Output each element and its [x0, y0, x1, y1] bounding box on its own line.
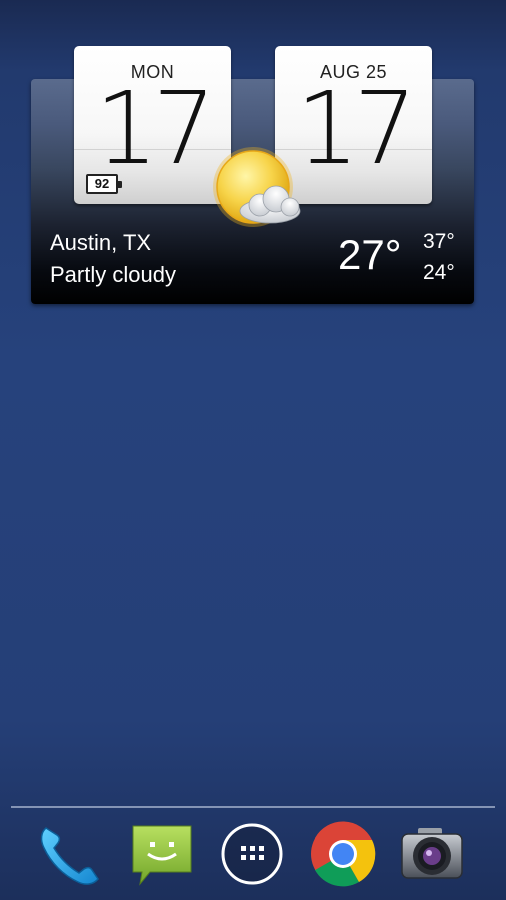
- apps-grid-icon[interactable]: [218, 820, 286, 888]
- low-temperature: 24°: [423, 261, 455, 284]
- camera-icon[interactable]: [398, 820, 466, 888]
- dock-divider: [11, 806, 495, 808]
- chrome-icon[interactable]: [309, 820, 377, 888]
- phone-icon[interactable]: [36, 820, 104, 888]
- location-label: Austin, TX: [50, 230, 152, 255]
- partly-cloudy-icon[interactable]: [208, 145, 308, 231]
- current-temperature: 27°: [338, 231, 402, 278]
- messaging-icon[interactable]: [128, 820, 196, 888]
- high-temperature: 37°: [423, 230, 455, 253]
- condition-label: Partly cloudy: [50, 262, 176, 287]
- battery-indicator: 92: [86, 174, 122, 194]
